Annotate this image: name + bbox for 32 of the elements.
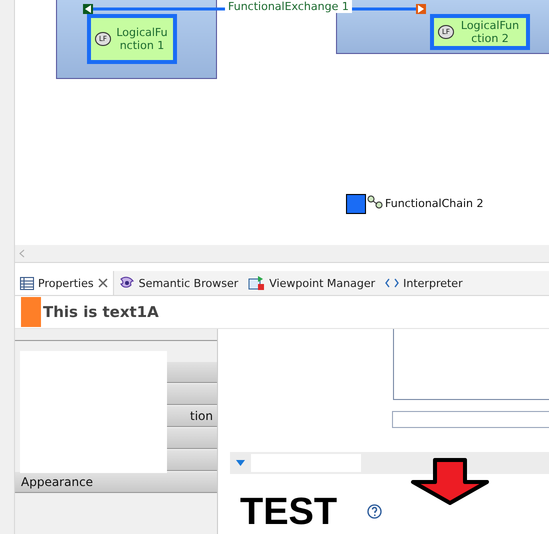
- property-tab[interactable]: [167, 362, 217, 383]
- property-tab[interactable]: [167, 450, 217, 471]
- property-tab[interactable]: tion: [167, 406, 217, 427]
- property-tab[interactable]: Appearance: [15, 472, 217, 493]
- tab-label: Viewpoint Manager: [269, 276, 376, 290]
- test-title: TEST: [240, 492, 338, 532]
- view-tab[interactable]: Semantic Browser: [114, 271, 244, 295]
- edge-label: FunctionalExchange 1: [225, 0, 352, 13]
- header-marker: [21, 297, 41, 327]
- tab-label: Semantic Browser: [138, 276, 238, 290]
- view-tab[interactable]: Properties: [15, 271, 114, 295]
- view-tab[interactable]: Viewpoint Manager: [243, 271, 380, 295]
- property-tab[interactable]: [167, 384, 217, 405]
- section-header[interactable]: [230, 452, 549, 474]
- scroll-left-icon[interactable]: [19, 249, 25, 258]
- tab-label: Properties: [38, 276, 94, 290]
- close-icon[interactable]: [98, 278, 108, 288]
- code-icon: [385, 278, 400, 288]
- view-tab[interactable]: Interpreter: [380, 271, 468, 295]
- text-area[interactable]: [393, 329, 549, 400]
- expand-icon[interactable]: [236, 460, 245, 466]
- help-icon[interactable]: [367, 504, 382, 519]
- functional-chain-label: FunctionalChain 2: [385, 197, 484, 210]
- input-field[interactable]: [392, 411, 549, 428]
- tab-label: Interpreter: [403, 276, 463, 290]
- table-icon: [20, 276, 34, 290]
- property-tab[interactable]: [167, 428, 217, 449]
- browser-icon: [118, 276, 135, 290]
- header-title: This is text1A: [43, 303, 159, 321]
- viewpoint-icon: [248, 275, 266, 291]
- functional-chain-node: [346, 194, 366, 214]
- chain-icon: [367, 195, 383, 209]
